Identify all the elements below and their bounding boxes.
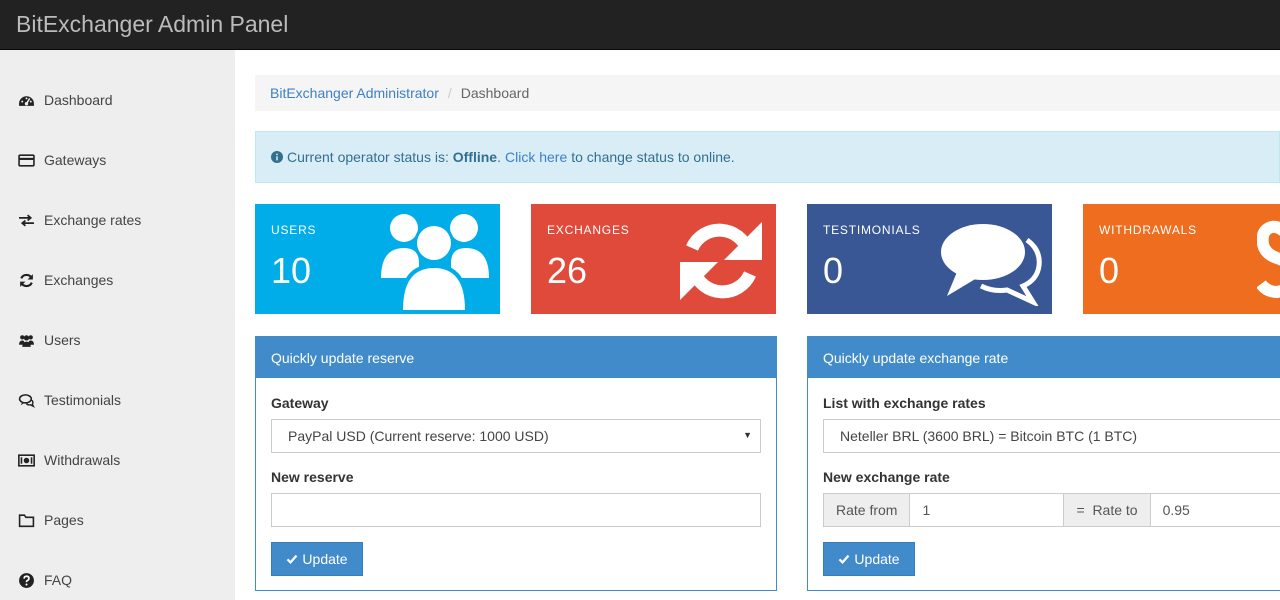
sidebar-item-testimonials[interactable]: Testimonials [0,380,235,420]
update-reserve-panel: Quickly update reserve Gateway PayPal US… [255,336,777,591]
rate-to-addon: Rate to [1092,502,1138,518]
sidebar-item-exchanges[interactable]: Exchanges [0,260,235,300]
sidebar: Dashboard Gateways Exchange rates Exchan… [0,50,235,600]
new-exchange-rate-label: New exchange rate [823,469,950,485]
sidebar-item-dashboard[interactable]: Dashboard [0,80,235,120]
sidebar-item-label: Testimonials [44,392,122,408]
tile-label: EXCHANGES [547,223,630,237]
sidebar-item-users[interactable]: Users [0,320,235,360]
change-status-link[interactable]: Click here [505,149,567,165]
refresh-icon [680,222,762,300]
alert-suffix: to change status to online. [571,149,735,165]
new-reserve-label: New reserve [271,469,354,485]
users-tile[interactable]: USERS 10 [255,204,500,314]
check-icon [839,554,850,565]
exchange-rate-input-group: Rate from 1 = Rate to 0.95 [823,493,1280,527]
exchange-rates-list-label: List with exchange rates [823,395,986,411]
update-reserve-button[interactable]: Update [271,542,363,576]
sidebar-item-label: Pages [44,512,84,528]
comments-icon [18,392,35,409]
users-icon [381,214,489,310]
sidebar-item-label: Withdrawals [44,452,121,468]
exchange-icon [18,212,35,229]
tile-label: WITHDRAWALS [1099,223,1197,237]
tile-value: 0 [823,250,844,291]
equals-sign: = [1076,502,1085,518]
breadcrumb: BitExchanger Administrator / Dashboard [255,75,1280,111]
sidebar-item-label: Dashboard [44,92,113,108]
credit-card-icon [18,152,35,169]
check-icon [287,554,298,565]
update-rate-button[interactable]: Update [823,542,915,576]
sidebar-item-withdrawals[interactable]: Withdrawals [0,440,235,480]
tile-value: 26 [547,250,588,291]
question-icon [18,572,35,589]
users-icon [18,332,35,349]
top-navbar: BitExchanger Admin Panel [0,0,1280,50]
brand-title[interactable]: BitExchanger Admin Panel [16,11,288,38]
sidebar-item-label: Exchanges [44,272,114,288]
exchange-rates-select-value: Neteller BRL (3600 BRL) = Bitcoin BTC (1… [840,428,1138,444]
sidebar-item-exchange-rates[interactable]: Exchange rates [0,200,235,240]
sidebar-item-faq[interactable]: FAQ [0,560,235,600]
button-label: Update [302,551,348,567]
update-exchange-rate-panel: Quickly update exchange rate List with e… [807,336,1280,591]
comments-icon [941,224,1042,306]
breadcrumb-current: Dashboard [460,85,530,101]
sidebar-item-label: FAQ [44,572,73,588]
gateway-select[interactable]: PayPal USD (Current reserve: 1000 USD) ▼ [271,419,761,453]
exchanges-tile[interactable]: EXCHANGES 26 [531,204,776,314]
sidebar-item-gateways[interactable]: Gateways [0,140,235,180]
rate-to-input[interactable]: 0.95 [1150,493,1280,527]
sidebar-item-label: Users [44,332,81,348]
panel-heading: Quickly update exchange rate [808,337,1280,378]
withdrawals-tile[interactable]: WITHDRAWALS 0 [1083,204,1280,314]
sidebar-item-pages[interactable]: Pages [0,500,235,540]
alert-period: . [497,149,501,165]
sidebar-item-label: Exchange rates [44,212,142,228]
operator-status-alert: Current operator status is: Offline. Cli… [255,131,1280,183]
gateway-select-value: PayPal USD (Current reserve: 1000 USD) [288,428,549,444]
tile-value: 0 [1099,250,1120,291]
sidebar-item-label: Gateways [44,152,107,168]
tile-label: USERS [271,223,317,237]
rate-from-input[interactable]: 1 [910,493,1065,527]
dollar-icon [1257,220,1280,299]
exchange-rates-select[interactable]: Neteller BRL (3600 BRL) = Bitcoin BTC (1… [823,419,1280,453]
equals-addon: = Rate to [1064,493,1151,527]
button-label: Update [854,551,900,567]
info-icon [271,151,283,163]
refresh-icon [18,272,35,289]
caret-down-icon: ▼ [743,430,752,440]
operator-status-value: Offline [452,149,498,165]
folder-icon [18,512,35,529]
money-icon [18,452,35,469]
new-reserve-input[interactable] [271,493,761,527]
alert-prefix: Current operator status is: [287,149,449,165]
rate-from-addon: Rate from [823,493,911,527]
dashboard-icon [18,92,35,109]
tile-value: 10 [271,250,312,291]
testimonials-tile[interactable]: TESTIMONIALS 0 [807,204,1052,314]
breadcrumb-separator: / [447,85,452,101]
breadcrumb-root-link[interactable]: BitExchanger Administrator [270,85,439,101]
gateway-label: Gateway [271,395,329,411]
tile-label: TESTIMONIALS [823,223,921,237]
panel-heading: Quickly update reserve [256,337,776,378]
